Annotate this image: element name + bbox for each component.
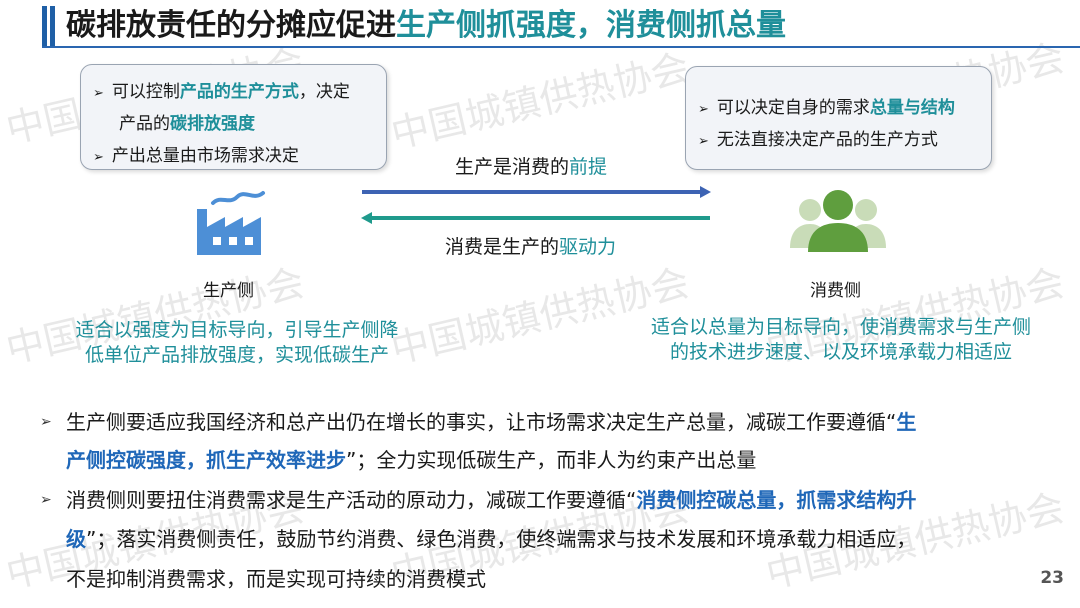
arrow-bullet-icon: ➢ [40, 414, 52, 430]
producer-label: 生产侧 [203, 281, 254, 301]
factory-icon [197, 191, 265, 255]
consumer-box-line2: ➢ 无法直接决定产品的生产方式 [698, 130, 938, 150]
consumer-capability-box: ➢ 可以决定自身的需求总量与结构 ➢ 无法直接决定产品的生产方式 [685, 66, 992, 170]
consumer-box-line1: ➢ 可以决定自身的需求总量与结构 [698, 98, 955, 118]
producer-summary: 适合以强度为目标导向，引导生产侧降 低单位产品排放强度，实现低碳生产 [62, 318, 412, 368]
flow-bottom-label: 消费是生产的驱动力 [445, 236, 617, 258]
producer-box-line1: ➢ 可以控制产品的生产方式，决定 [93, 82, 350, 102]
flow-arrows [361, 186, 711, 224]
arrow-left-icon [361, 212, 710, 224]
producer-capability-box: ➢ 可以控制产品的生产方式，决定 产品的碳排放强度 ➢ 产出总量由市场需求决定 [80, 64, 387, 170]
title-divider [42, 46, 1080, 48]
arrow-bullet-icon: ➢ [93, 150, 104, 165]
producer-summary-line: 适合以强度为目标导向，引导生产侧降 [75, 319, 399, 341]
page-title: 碳排放责任的分摊应促进生产侧抓强度，消费侧抓总量 [66, 6, 786, 46]
watermark-text: 中国城镇供热协会 [387, 45, 694, 157]
consumer-summary-line: 适合以总量为目标导向，使消费需求与生产侧 [650, 316, 1031, 338]
page-number: 23 [1040, 568, 1064, 588]
consumer-summary-line: 的技术进步速度、以及环境承载力相适应 [669, 341, 1012, 363]
title-accent-bars [42, 6, 56, 46]
arrow-bullet-icon: ➢ [698, 102, 709, 117]
title-part2: 生产侧抓强度，消费侧抓总量 [396, 8, 786, 43]
producer-box-line3: ➢ 产出总量由市场需求决定 [93, 146, 299, 166]
flow-top-label: 生产是消费的前提 [455, 156, 608, 178]
producer-box-line2: 产品的碳排放强度 [119, 114, 255, 134]
producer-summary-line: 低单位产品排放强度，实现低碳生产 [84, 344, 389, 366]
arrow-bullet-icon: ➢ [40, 492, 52, 508]
consumer-person-icon [790, 190, 886, 252]
consumer-summary: 适合以总量为目标导向，使消费需求与生产侧 的技术进步速度、以及环境承载力相适应 [636, 315, 1046, 365]
arrow-right-icon [362, 186, 711, 198]
arrow-bullet-icon: ➢ [698, 134, 709, 149]
consumer-label: 消费侧 [810, 281, 861, 301]
title-part1: 碳排放责任的分摊应促进 [66, 8, 396, 43]
arrow-bullet-icon: ➢ [93, 86, 104, 101]
